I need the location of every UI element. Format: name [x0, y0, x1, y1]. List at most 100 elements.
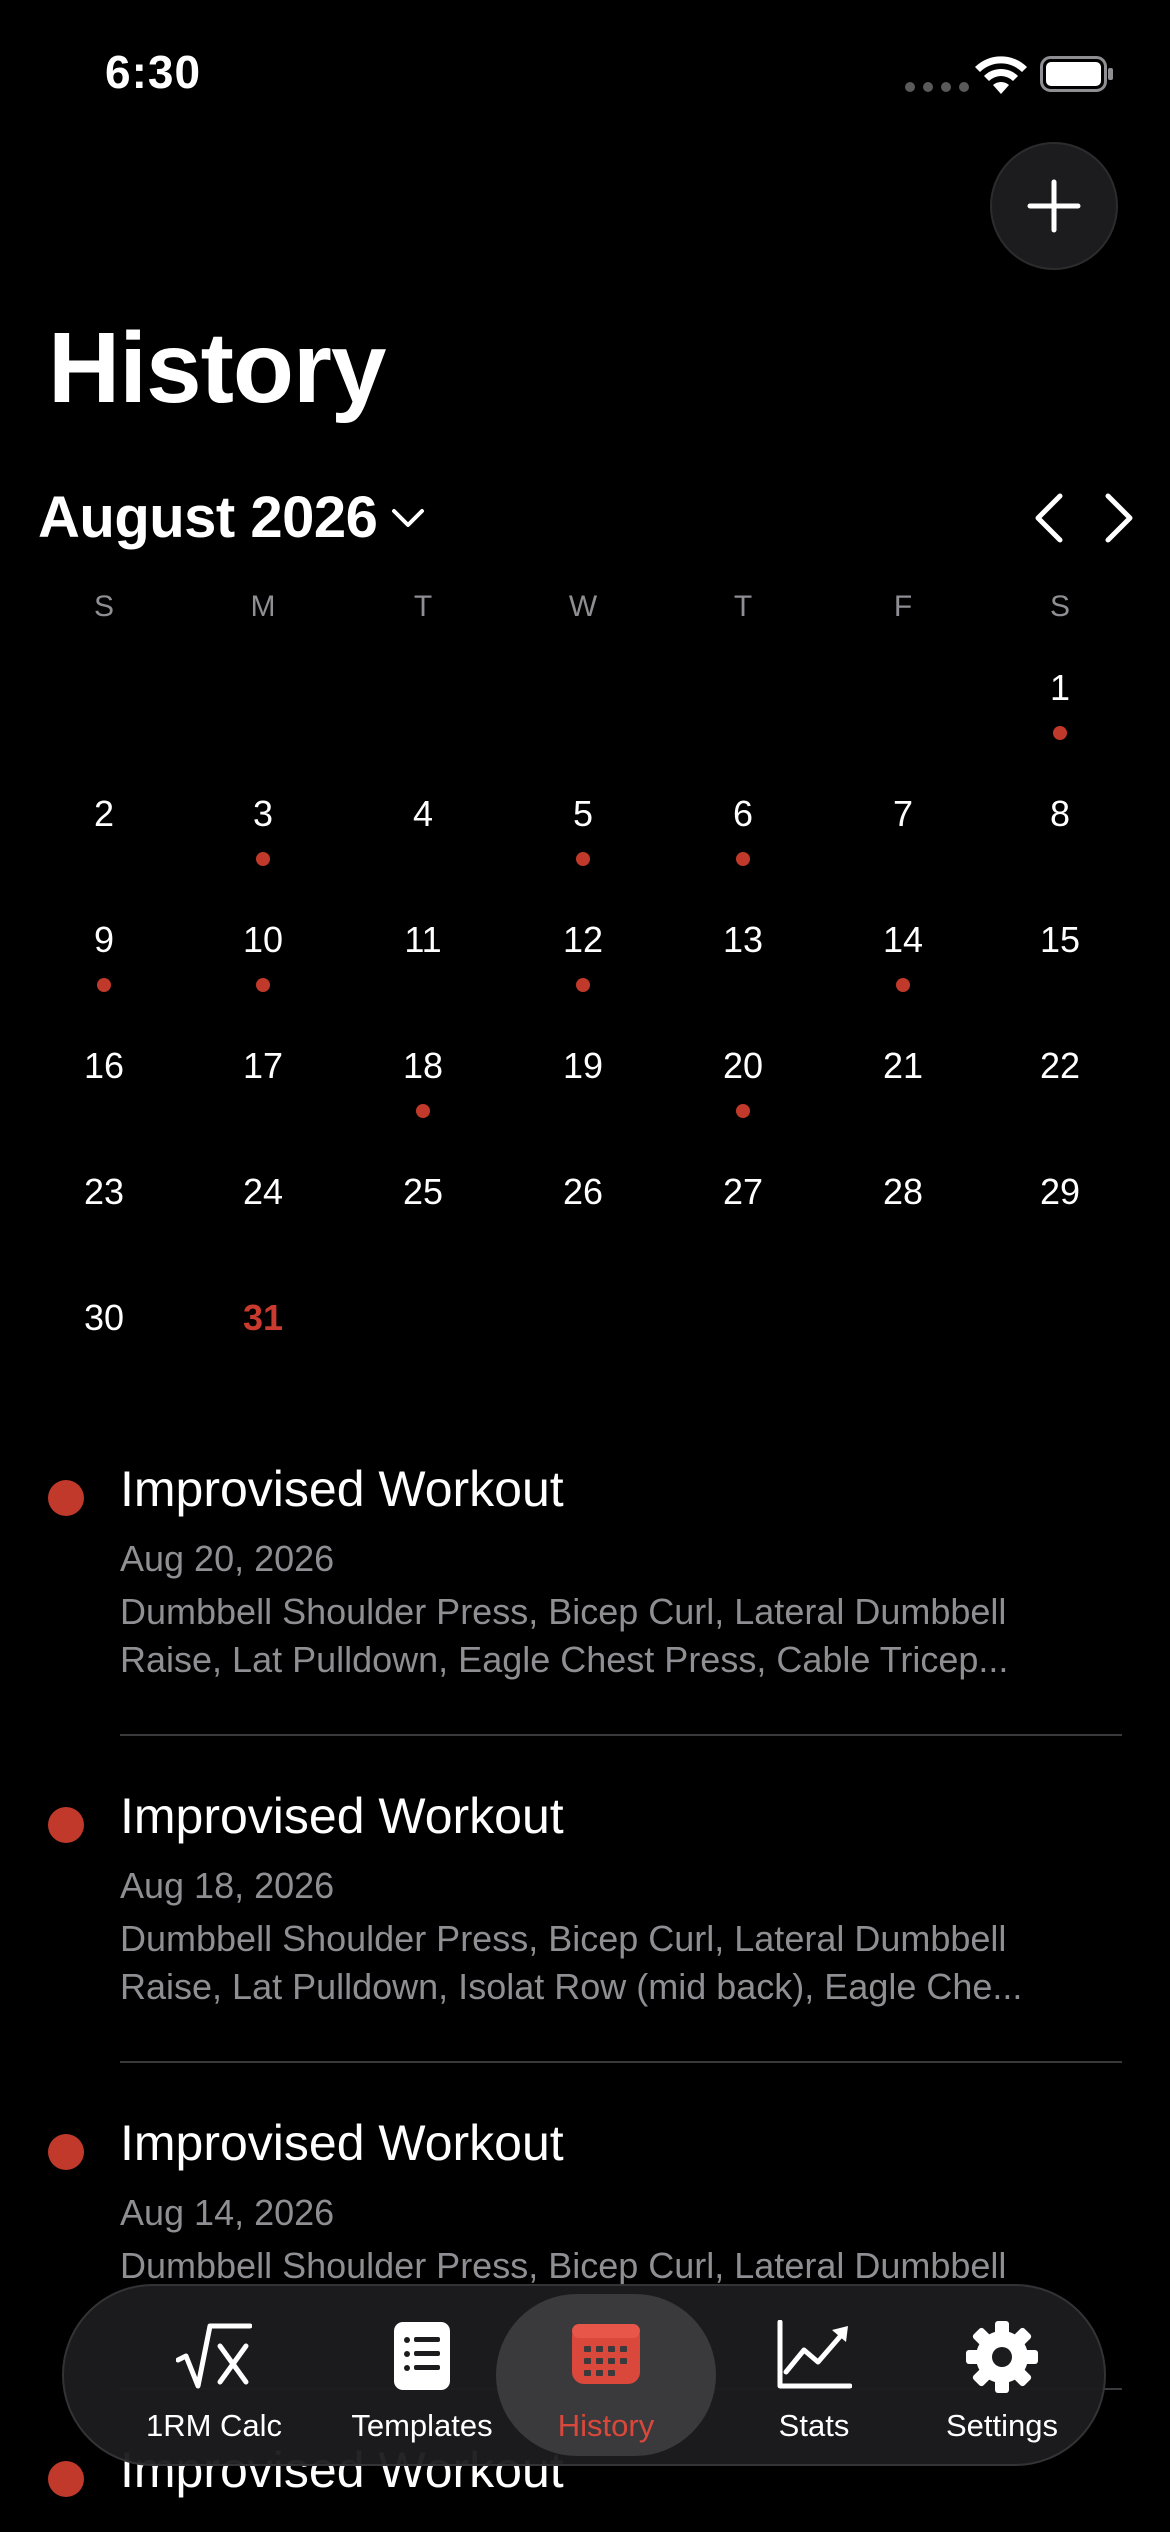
workout-title: Improvised Workout [120, 1461, 564, 1517]
chart-line-icon [777, 2320, 852, 2389]
list-divider [120, 2061, 1122, 2063]
day-number: 11 [404, 919, 442, 960]
calendar-day-20[interactable]: 20 [683, 1048, 803, 1158]
day-number: 18 [402, 1045, 444, 1086]
day-number: 25 [402, 1171, 444, 1212]
day-number: 29 [1039, 1171, 1081, 1212]
day-number: 26 [562, 1171, 604, 1212]
calendar-day-21[interactable]: 21 [843, 1048, 963, 1158]
sqrt-x-icon [176, 2323, 252, 2389]
calendar-day-28[interactable]: 28 [843, 1174, 963, 1284]
workout-indicator-dot [896, 978, 910, 992]
day-number: 6 [732, 793, 754, 834]
list-divider [120, 1734, 1122, 1736]
day-number: 13 [722, 919, 764, 960]
workout-indicator-dot [736, 1104, 750, 1118]
day-number: 21 [882, 1045, 924, 1086]
workout-title: Improvised Workout [120, 1788, 564, 1844]
workout-date: Aug 20, 2026 [120, 1538, 335, 1579]
day-number: 19 [562, 1045, 604, 1086]
tab-settings[interactable]: Settings [892, 2286, 1112, 2464]
workout-title: Improvised Workout [120, 2115, 564, 2171]
calendar-day-11[interactable]: 11 [363, 922, 483, 1032]
workout-indicator-dot [576, 978, 590, 992]
workout-exercises: Dumbbell Shoulder Press, Bicep Curl, Lat… [120, 1591, 1009, 1680]
calendar-day-29[interactable]: 29 [1000, 1174, 1120, 1284]
calendar-day-14[interactable]: 14 [843, 922, 963, 1032]
workout-date: Aug 14, 2026 [120, 2192, 335, 2233]
day-number: 27 [722, 1171, 764, 1212]
calendar-day-27[interactable]: 27 [683, 1174, 803, 1284]
calendar-day-5[interactable]: 5 [523, 796, 643, 906]
calendar-day-13[interactable]: 13 [683, 922, 803, 1032]
workout-exercises: Dumbbell Shoulder Press, Bicep Curl, Lat… [120, 2245, 1007, 2286]
calendar-day-16[interactable]: 16 [44, 1048, 164, 1158]
tab-label: Settings [945, 2408, 1058, 2443]
workout-indicator-dot [736, 852, 750, 866]
calendar-day-22[interactable]: 22 [1000, 1048, 1120, 1158]
calendar-day-26[interactable]: 26 [523, 1174, 643, 1284]
calendar-day-10[interactable]: 10 [203, 922, 323, 1032]
workout-dot [48, 2134, 84, 2170]
calendar-day-24[interactable]: 24 [203, 1174, 323, 1284]
calendar-day-8[interactable]: 8 [1000, 796, 1120, 906]
today-day-number: 31 [242, 1297, 284, 1338]
workout-indicator-dot [416, 1104, 430, 1118]
calendar-day-30[interactable]: 30 [44, 1300, 164, 1410]
calendar-day-15[interactable]: 15 [1000, 922, 1120, 1032]
tab-label: 1RM Calc [145, 2408, 283, 2443]
document-list-icon [394, 2322, 450, 2390]
calendar-day-6[interactable]: 6 [683, 796, 803, 906]
calendar-day-17[interactable]: 17 [203, 1048, 323, 1158]
day-number: 17 [242, 1045, 284, 1086]
calendar-day-2[interactable]: 2 [44, 796, 164, 906]
workout-indicator-dot [97, 978, 111, 992]
day-number: 24 [242, 1171, 284, 1212]
calendar-day-9[interactable]: 9 [44, 922, 164, 1032]
workout-date: Aug 18, 2026 [120, 1865, 335, 1906]
day-number: 28 [882, 1171, 924, 1212]
day-number: 10 [242, 919, 284, 960]
workout-indicator-dot [256, 852, 270, 866]
tab-label: History [557, 2408, 655, 2443]
calendar-day-12[interactable]: 12 [523, 922, 643, 1032]
day-number: 20 [722, 1045, 764, 1086]
day-number: 8 [1049, 793, 1071, 834]
workout-indicator-dot [1053, 726, 1067, 740]
day-number: 23 [83, 1171, 125, 1212]
tab-bar: 1RM Calc Templates History Stats Setting… [62, 2284, 1106, 2466]
calendar-day-23[interactable]: 23 [44, 1174, 164, 1284]
history-screen: 6:30 History August 2026 S M T W T F S 1… [0, 0, 1170, 2532]
day-number: 1 [1049, 667, 1071, 708]
day-number: 5 [572, 793, 594, 834]
day-number: 7 [892, 793, 914, 834]
day-number: 14 [882, 919, 924, 960]
day-number: 3 [252, 793, 274, 834]
calendar-grid: 1 2 3 4 5 6 7 8 9 10 11 12 13 14 15 16 17 18 19 20 21 22 23 24 2… [0, 0, 1170, 1400]
gear-icon [966, 2321, 1038, 2393]
day-number: 15 [1039, 919, 1081, 960]
calendar-day-25[interactable]: 25 [363, 1174, 483, 1284]
day-number: 9 [93, 919, 115, 960]
day-number: 4 [412, 793, 434, 834]
calendar-day-3[interactable]: 3 [203, 796, 323, 906]
calendar-icon [572, 2324, 640, 2384]
calendar-day-31[interactable]: 31 [203, 1300, 323, 1410]
day-number: 12 [562, 919, 604, 960]
workout-dot [48, 1480, 84, 1516]
day-number: 2 [93, 793, 115, 834]
workout-dot [48, 2461, 84, 2497]
tab-stats[interactable]: Stats [704, 2286, 924, 2464]
workout-dot [48, 1807, 84, 1843]
calendar-day-1[interactable]: 1 [1000, 670, 1120, 780]
calendar-day-18[interactable]: 18 [363, 1048, 483, 1158]
tab-history[interactable]: History [496, 2286, 716, 2464]
calendar-day-19[interactable]: 19 [523, 1048, 643, 1158]
tab-1rm-calc[interactable]: 1RM Calc [104, 2286, 324, 2464]
workout-indicator-dot [256, 978, 270, 992]
day-number: 22 [1039, 1045, 1081, 1086]
workout-indicator-dot [576, 852, 590, 866]
calendar-day-4[interactable]: 4 [363, 796, 483, 906]
workout-exercises: Dumbbell Shoulder Press, Bicep Curl, Lat… [120, 1918, 1023, 2007]
calendar-day-7[interactable]: 7 [843, 796, 963, 906]
